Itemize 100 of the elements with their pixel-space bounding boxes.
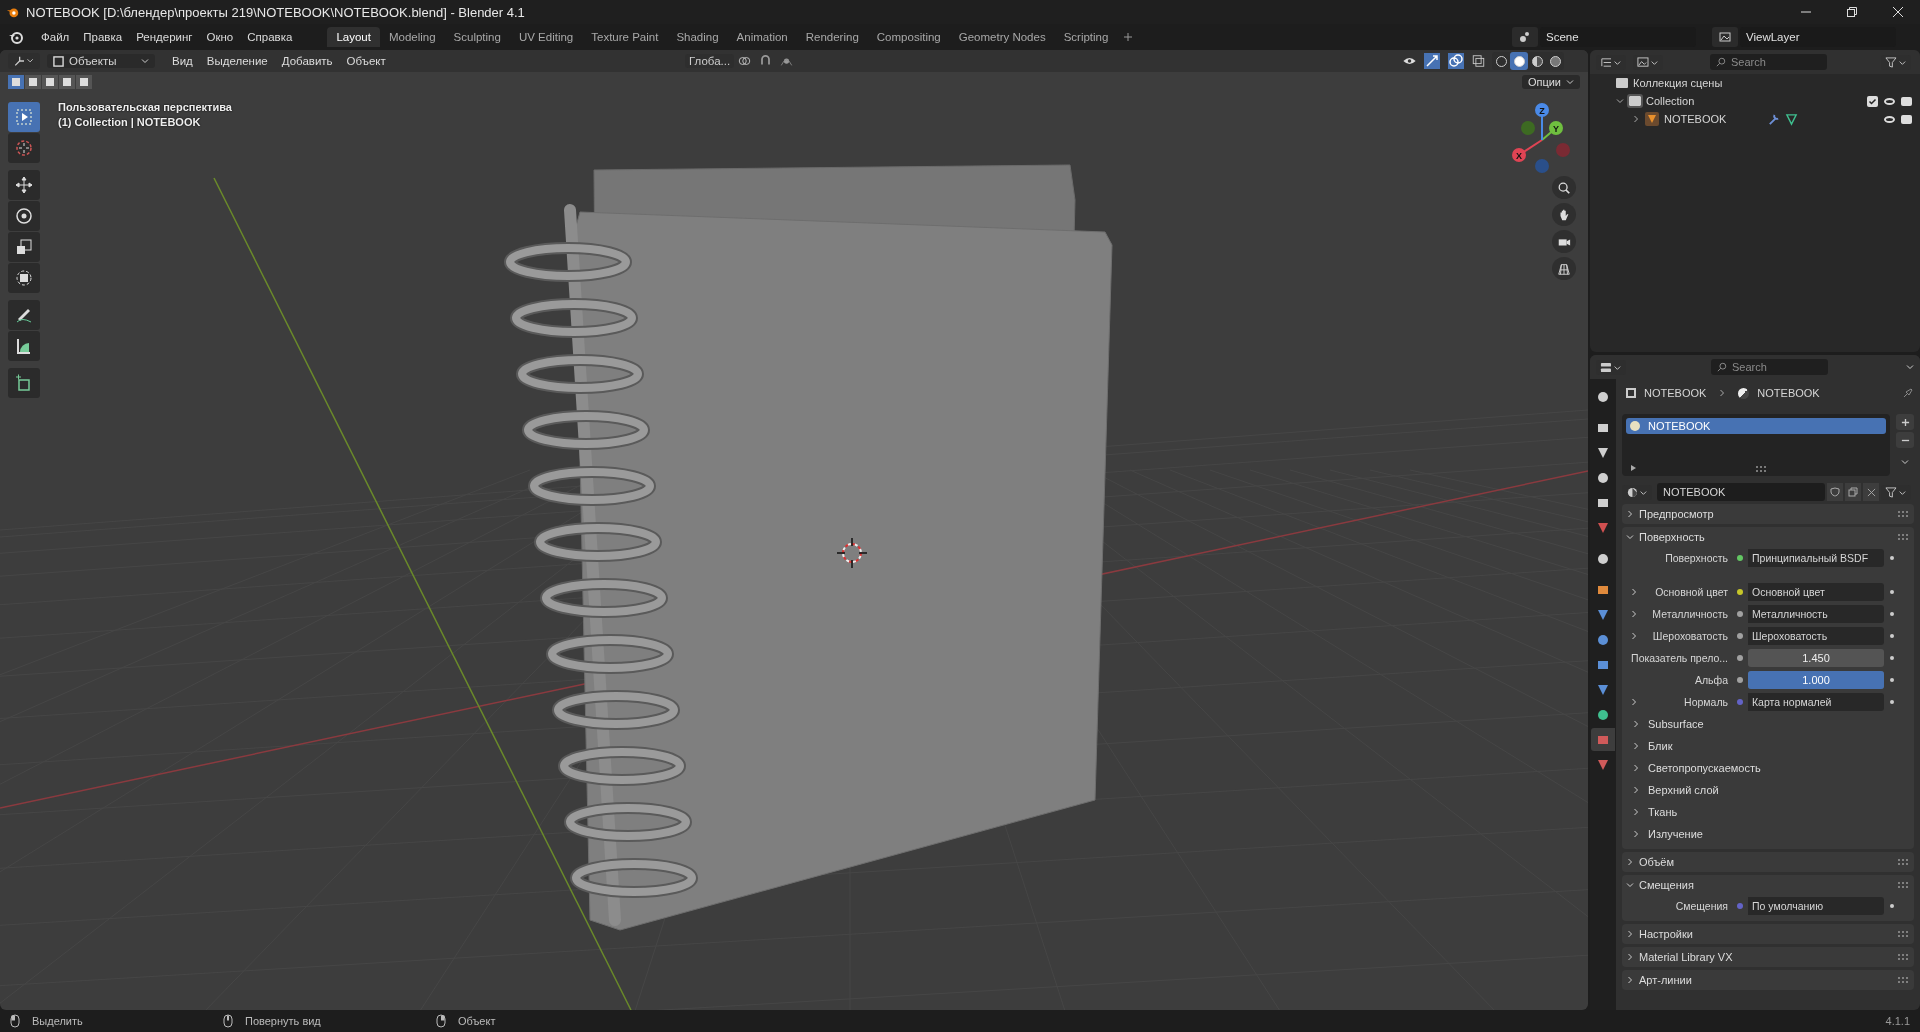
- grip-icon[interactable]: [1898, 977, 1908, 983]
- material-slot[interactable]: NOTEBOOK: [1626, 418, 1886, 434]
- tool-button[interactable]: [8, 201, 40, 231]
- select-mode-button[interactable]: [76, 75, 92, 89]
- workspace-tab[interactable]: Animation: [727, 27, 797, 47]
- workspace-tab[interactable]: Sculpting: [444, 27, 510, 47]
- input-link-field[interactable]: По умолчанию: [1748, 897, 1884, 915]
- workspace-tab[interactable]: Shading: [667, 27, 728, 47]
- tree-item[interactable]: Коллекция сцены: [1633, 77, 1723, 89]
- unlink-button[interactable]: [1863, 483, 1879, 501]
- pin-icon[interactable]: [1902, 387, 1914, 399]
- tool-button[interactable]: [8, 232, 40, 262]
- tool-button[interactable]: [8, 331, 40, 361]
- input-link-field[interactable]: Карта нормалей: [1748, 693, 1884, 711]
- tool-button[interactable]: [8, 300, 40, 330]
- eye-icon[interactable]: [1884, 97, 1895, 105]
- triangle-icon[interactable]: [1785, 112, 1799, 126]
- camera-icon[interactable]: [1901, 114, 1912, 124]
- keyframe-dot-icon[interactable]: [1890, 700, 1894, 704]
- wrench-icon[interactable]: [1767, 112, 1781, 126]
- chevron-icon[interactable]: [1630, 698, 1638, 706]
- menu-item[interactable]: Добавить: [274, 55, 340, 67]
- select-mode-button[interactable]: [42, 75, 58, 89]
- grip-icon[interactable]: [1756, 466, 1766, 472]
- close-icon[interactable]: [1892, 6, 1904, 18]
- subpanel-header[interactable]: Верхний слой: [1622, 784, 1719, 796]
- socket-dot[interactable]: [1737, 633, 1743, 639]
- socket-dot[interactable]: [1737, 555, 1743, 561]
- input-link-field[interactable]: Принципиальный BSDF: [1748, 549, 1884, 567]
- select-mode-button[interactable]: [25, 75, 41, 89]
- socket-dot[interactable]: [1737, 611, 1743, 617]
- tool-button[interactable]: [8, 368, 40, 398]
- panel-header[interactable]: Объём: [1626, 856, 1675, 868]
- add-slot-button[interactable]: [1896, 414, 1914, 430]
- viewlayer-button[interactable]: [1712, 27, 1738, 47]
- keyframe-dot-icon[interactable]: [1890, 612, 1894, 616]
- subpanel-header[interactable]: Блик: [1622, 740, 1673, 752]
- scene-field[interactable]: Scene: [1540, 27, 1696, 47]
- subpanel-header[interactable]: Ткань: [1622, 806, 1678, 818]
- restore-icon[interactable]: [1846, 6, 1858, 18]
- input-link-field[interactable]: Основной цвет: [1748, 583, 1884, 601]
- select-mode-button[interactable]: [59, 75, 75, 89]
- workspace-tab[interactable]: Geometry Nodes: [949, 27, 1055, 47]
- xray-icon[interactable]: [1471, 54, 1486, 68]
- input-link-field[interactable]: Металличность: [1748, 605, 1884, 623]
- camera-icon[interactable]: [1901, 96, 1912, 106]
- search-field[interactable]: Search: [1711, 359, 1828, 375]
- keyframe-dot-icon[interactable]: [1890, 904, 1894, 908]
- remove-slot-button[interactable]: [1896, 432, 1914, 448]
- keyframe-dot-icon[interactable]: [1890, 634, 1894, 638]
- slider-field[interactable]: 1.000: [1748, 671, 1884, 689]
- menu-item[interactable]: Правка: [76, 31, 130, 43]
- chevron-icon[interactable]: [1630, 588, 1638, 596]
- menu-item[interactable]: Окно: [199, 31, 241, 43]
- chevron-icon[interactable]: [1630, 632, 1638, 640]
- keyframe-dot-icon[interactable]: [1890, 678, 1894, 682]
- menu-item[interactable]: Вид: [165, 55, 200, 67]
- fake-user-button[interactable]: [1827, 483, 1843, 501]
- plus-icon[interactable]: [1123, 32, 1134, 42]
- panel-header[interactable]: Настройки: [1626, 928, 1693, 940]
- menu-item[interactable]: Рендеринг: [129, 31, 200, 43]
- keyframe-dot-icon[interactable]: [1890, 556, 1894, 560]
- blender-logo-icon[interactable]: [8, 29, 24, 45]
- tool-button[interactable]: [8, 170, 40, 200]
- shading-button[interactable]: [1510, 52, 1528, 70]
- scene-button[interactable]: [1512, 27, 1538, 47]
- workspace-tab[interactable]: Layout: [327, 27, 380, 47]
- editor-type-button[interactable]: [8, 53, 40, 69]
- workspace-tab[interactable]: Compositing: [867, 27, 950, 47]
- socket-dot[interactable]: [1737, 903, 1743, 909]
- grip-icon[interactable]: [1898, 511, 1908, 517]
- menu-item[interactable]: Файл: [34, 31, 77, 43]
- number-field[interactable]: 1.450: [1748, 649, 1884, 667]
- workspace-tab[interactable]: UV Editing: [509, 27, 583, 47]
- subpanel-header[interactable]: Светопропускаемость: [1622, 762, 1761, 774]
- chevron-icon[interactable]: [1906, 363, 1914, 371]
- tree-item[interactable]: NOTEBOOK: [1664, 113, 1727, 125]
- chevron-icon[interactable]: [1616, 97, 1624, 105]
- workspace-tab[interactable]: Modeling: [379, 27, 445, 47]
- panel-header[interactable]: Поверхность: [1626, 531, 1705, 543]
- chevron-icon[interactable]: [1632, 115, 1640, 123]
- grip-icon[interactable]: [1898, 882, 1908, 888]
- menu-item[interactable]: Выделение: [199, 55, 275, 67]
- duplicate-button[interactable]: [1845, 483, 1861, 501]
- keyframe-dot-icon[interactable]: [1890, 656, 1894, 660]
- subpanel-header[interactable]: Subsurface: [1622, 718, 1704, 730]
- socket-dot[interactable]: [1737, 699, 1743, 705]
- keyframe-dot-icon[interactable]: [1890, 590, 1894, 594]
- socket-dot[interactable]: [1737, 655, 1743, 661]
- gizmo-toggle-icon[interactable]: [1423, 53, 1441, 69]
- overlay-toggle-icon[interactable]: [1447, 53, 1465, 69]
- workspace-tab[interactable]: Rendering: [796, 27, 868, 47]
- chevron-icon[interactable]: [1901, 458, 1909, 466]
- input-link-field[interactable]: Шероховатость: [1748, 627, 1884, 645]
- grip-icon[interactable]: [1898, 931, 1908, 937]
- select-mode-button[interactable]: [8, 75, 24, 89]
- options-dropdown[interactable]: Опции: [1521, 75, 1580, 89]
- tool-button[interactable]: [8, 263, 40, 293]
- chevron-icon[interactable]: [1630, 610, 1638, 618]
- mode-dropdown[interactable]: Объекты: [47, 54, 155, 68]
